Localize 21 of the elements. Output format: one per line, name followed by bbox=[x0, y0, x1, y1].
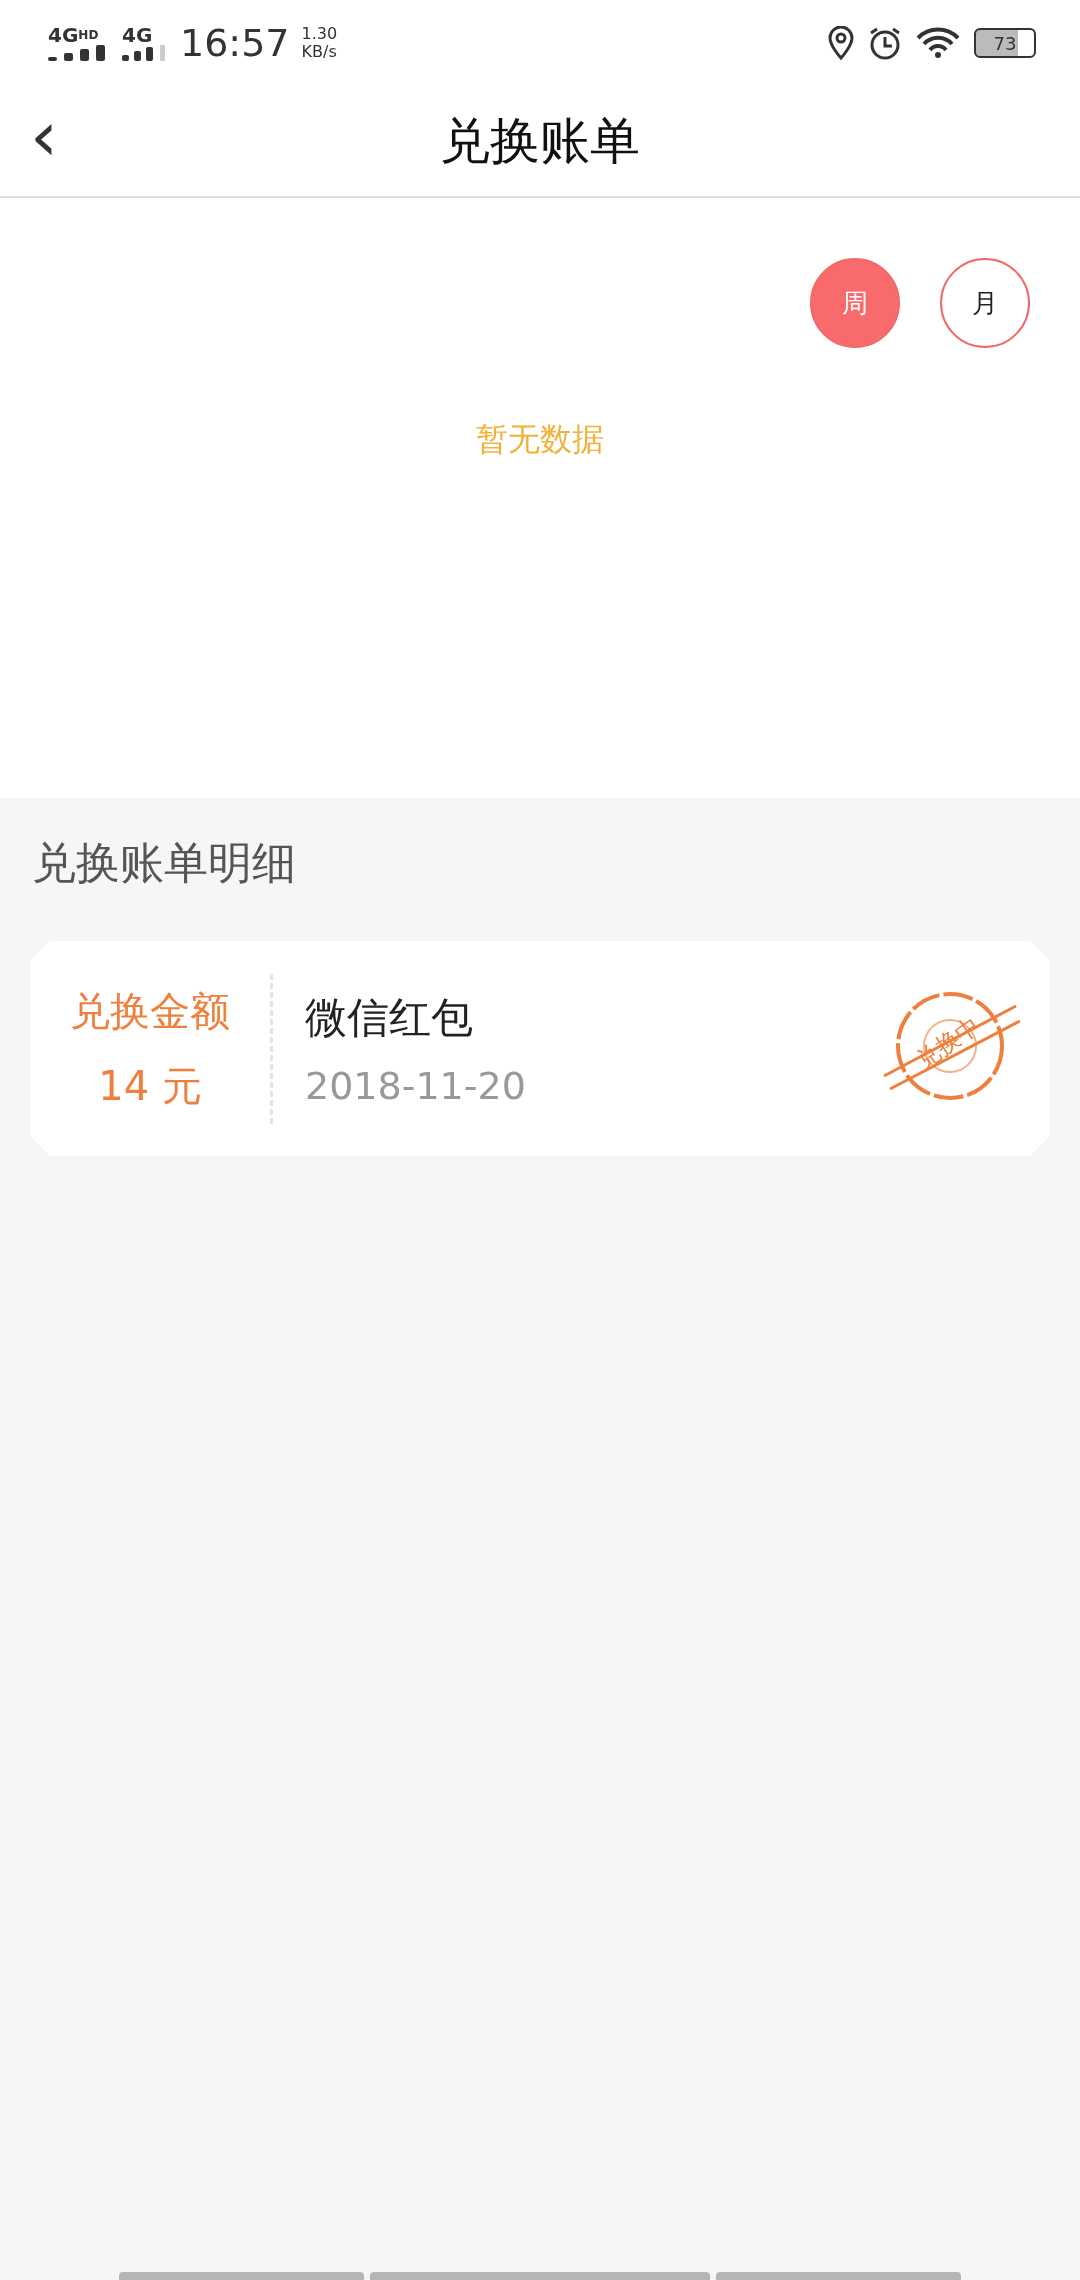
amount-value: 14 元 bbox=[98, 1061, 202, 1111]
battery-indicator: 73 bbox=[974, 28, 1036, 58]
nav-gesture-bar[interactable] bbox=[716, 2272, 961, 2280]
period-tab[interactable]: 月 bbox=[940, 258, 1030, 348]
nav-gesture-bar[interactable] bbox=[119, 2272, 364, 2280]
nav-gesture-bar[interactable] bbox=[370, 2272, 710, 2280]
record-name: 微信红包 bbox=[305, 991, 474, 1044]
speed-unit: KB/s bbox=[301, 43, 338, 61]
page-title: 兑换账单 bbox=[440, 110, 640, 172]
empty-message: 暂无数据 bbox=[476, 419, 604, 460]
section-heading: 兑换账单明细 bbox=[31, 836, 297, 890]
speed-value: 1.30 bbox=[301, 25, 338, 43]
wifi-icon bbox=[916, 27, 960, 59]
alarm-icon bbox=[868, 26, 902, 60]
back-button[interactable]: ‹ bbox=[0, 101, 58, 181]
location-icon bbox=[828, 26, 854, 60]
amount-label: 兑换金额 bbox=[70, 986, 230, 1036]
record-date: 2018-11-20 bbox=[305, 1063, 526, 1108]
clock: 16:57 bbox=[180, 21, 290, 65]
signal-label: 4G bbox=[122, 25, 153, 45]
signal-icon bbox=[122, 45, 166, 61]
